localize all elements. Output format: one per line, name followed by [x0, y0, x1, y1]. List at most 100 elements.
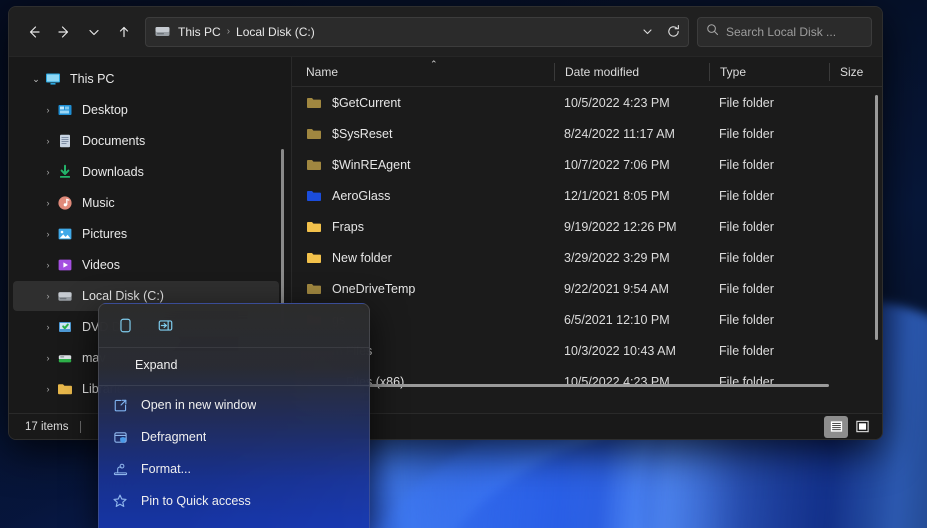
- menu-item-pin-to-quick-access[interactable]: Pin to Quick access: [99, 485, 369, 517]
- table-row[interactable]: gs6/5/2021 12:10 PMFile folder: [292, 304, 882, 335]
- downloads-icon: [57, 164, 73, 180]
- column-header-row: Name Date modified Type Size ⌃: [292, 57, 882, 87]
- horizontal-scrollbar-thumb[interactable]: [294, 384, 829, 387]
- drive-icon: [57, 288, 73, 304]
- chevron-right-icon[interactable]: ›: [39, 105, 57, 115]
- horizontal-scrollbar[interactable]: [292, 381, 882, 391]
- pictures-icon: [57, 226, 73, 242]
- sidebar-label: Documents: [82, 134, 146, 148]
- file-name-cell[interactable]: AeroGlass: [292, 189, 554, 203]
- column-header-name[interactable]: Name: [292, 63, 554, 81]
- sidebar-label: This PC: [70, 72, 115, 86]
- file-type-cell: File folder: [719, 188, 774, 203]
- file-name-cell[interactable]: $SysReset: [292, 127, 554, 141]
- menu-item-label: Defragment: [141, 430, 207, 444]
- up-button[interactable]: [109, 17, 139, 47]
- external-link-icon: [109, 396, 131, 414]
- file-date-cell: 10/3/2022 10:43 AM: [564, 343, 676, 358]
- menu-item-label: Open in new window: [141, 398, 257, 412]
- chevron-right-icon[interactable]: ›: [39, 353, 57, 363]
- navigation-toolbar: This PC › Local Disk (C:) Search Local D…: [9, 7, 882, 57]
- file-type-cell: File folder: [719, 312, 774, 327]
- table-row[interactable]: m Files10/3/2022 10:43 AMFile folder: [292, 335, 882, 366]
- sidebar-label: Music: [82, 196, 115, 210]
- table-row[interactable]: OneDriveTemp 9/22/2021 9:54 AM File folder: [292, 273, 882, 304]
- sidebar-item-documents[interactable]: › Documents: [13, 126, 279, 156]
- star-icon: [109, 492, 131, 510]
- back-button[interactable]: [19, 17, 49, 47]
- table-row[interactable]: $GetCurrent 10/5/2022 4:23 PM File folder: [292, 87, 882, 118]
- menu-item-format[interactable]: Format...: [99, 453, 369, 485]
- menu-item-defragment[interactable]: Defragment: [99, 421, 369, 453]
- column-header-date-modified[interactable]: Date modified: [554, 62, 709, 81]
- chevron-right-icon[interactable]: ›: [39, 260, 57, 270]
- forward-button[interactable]: [49, 17, 79, 47]
- sidebar-label: Videos: [82, 258, 120, 272]
- context-menu: Expand Open in new window Defragment For…: [98, 303, 370, 528]
- file-list-pane: Name Date modified Type Size ⌃ $GetCurre…: [291, 57, 882, 413]
- documents-icon: [57, 133, 73, 149]
- search-placeholder: Search Local Disk ...: [726, 24, 837, 39]
- table-row[interactable]: $SysReset 8/24/2022 11:17 AM File folder: [292, 118, 882, 149]
- chevron-right-icon[interactable]: ›: [39, 229, 57, 239]
- chevron-right-icon[interactable]: ›: [39, 322, 57, 332]
- chevron-right-icon[interactable]: ›: [39, 384, 57, 394]
- sidebar-item-videos[interactable]: › Videos: [13, 250, 279, 280]
- details-view-button[interactable]: [824, 415, 848, 438]
- dvd-icon: [57, 319, 73, 335]
- file-rows-container: $GetCurrent 10/5/2022 4:23 PM File folder $…: [292, 87, 882, 413]
- file-name-label: New folder: [332, 250, 392, 265]
- breadcrumb-local-disk[interactable]: Local Disk (C:): [231, 25, 320, 39]
- address-bar[interactable]: This PC › Local Disk (C:): [145, 16, 689, 47]
- table-row[interactable]: New folder 3/29/2022 3:29 PM File folder: [292, 242, 882, 273]
- file-type-cell: File folder: [719, 250, 774, 265]
- search-input[interactable]: Search Local Disk ...: [697, 16, 872, 47]
- chevron-right-icon[interactable]: ›: [39, 136, 57, 146]
- file-type-cell: File folder: [719, 343, 774, 358]
- table-row[interactable]: $WinREAgent 10/7/2022 7:06 PM File folder: [292, 149, 882, 180]
- chevron-right-icon[interactable]: ›: [39, 167, 57, 177]
- refresh-icon[interactable]: [660, 19, 686, 45]
- file-date-cell: 9/22/2021 9:54 AM: [564, 281, 669, 296]
- open-new-tab-icon[interactable]: [147, 310, 183, 342]
- sidebar-item-pictures[interactable]: › Pictures: [13, 219, 279, 249]
- menu-item-expand[interactable]: Expand: [99, 348, 369, 382]
- status-divider: [80, 420, 82, 433]
- folder-dim-icon: [306, 96, 322, 110]
- folder-dim-icon: [306, 282, 322, 296]
- file-type-cell: File folder: [719, 126, 774, 141]
- chevron-down-icon[interactable]: ⌄: [27, 74, 45, 85]
- column-header-type[interactable]: Type: [709, 62, 829, 81]
- folder-dim-icon: [306, 158, 322, 172]
- sidebar-item-desktop[interactable]: › Desktop: [13, 95, 279, 125]
- sidebar-item-this-pc[interactable]: ⌄ This PC: [13, 64, 279, 94]
- sidebar-label: Local Disk (C:): [82, 289, 164, 303]
- table-row[interactable]: AeroGlass 12/1/2021 8:05 PM File folder: [292, 180, 882, 211]
- vertical-scrollbar[interactable]: [875, 95, 878, 340]
- sidebar-item-music[interactable]: › Music: [13, 188, 279, 218]
- file-date-cell: 6/5/2021 12:10 PM: [564, 312, 670, 327]
- recent-locations-button[interactable]: [79, 17, 109, 47]
- file-name-cell[interactable]: Fraps: [292, 220, 554, 234]
- sidebar-label: Desktop: [82, 103, 128, 117]
- chevron-right-icon[interactable]: ›: [39, 198, 57, 208]
- column-header-size[interactable]: Size: [829, 62, 882, 81]
- previous-locations-button[interactable]: [634, 19, 660, 45]
- sidebar-item-downloads[interactable]: › Downloads: [13, 157, 279, 187]
- breadcrumb-this-pc[interactable]: This PC: [173, 25, 226, 39]
- file-date-cell: 10/5/2022 4:23 PM: [564, 95, 670, 110]
- format-disk-icon: [109, 460, 131, 478]
- file-name-cell[interactable]: OneDriveTemp: [292, 282, 554, 296]
- menu-item-open-in-new-window[interactable]: Open in new window: [99, 389, 369, 421]
- file-name-cell[interactable]: New folder: [292, 251, 554, 265]
- search-icon: [706, 23, 719, 41]
- file-name-cell[interactable]: $WinREAgent: [292, 158, 554, 172]
- defrag-shield-icon: [109, 428, 131, 446]
- large-icons-view-button[interactable]: [850, 416, 874, 438]
- copy-icon[interactable]: [107, 310, 143, 342]
- table-row[interactable]: Fraps 9/19/2022 12:26 PM File folder: [292, 211, 882, 242]
- chevron-right-icon[interactable]: ›: [39, 291, 57, 301]
- sidebar-label: Pictures: [82, 227, 128, 241]
- file-name-cell[interactable]: $GetCurrent: [292, 96, 554, 110]
- drive-icon: [154, 24, 171, 39]
